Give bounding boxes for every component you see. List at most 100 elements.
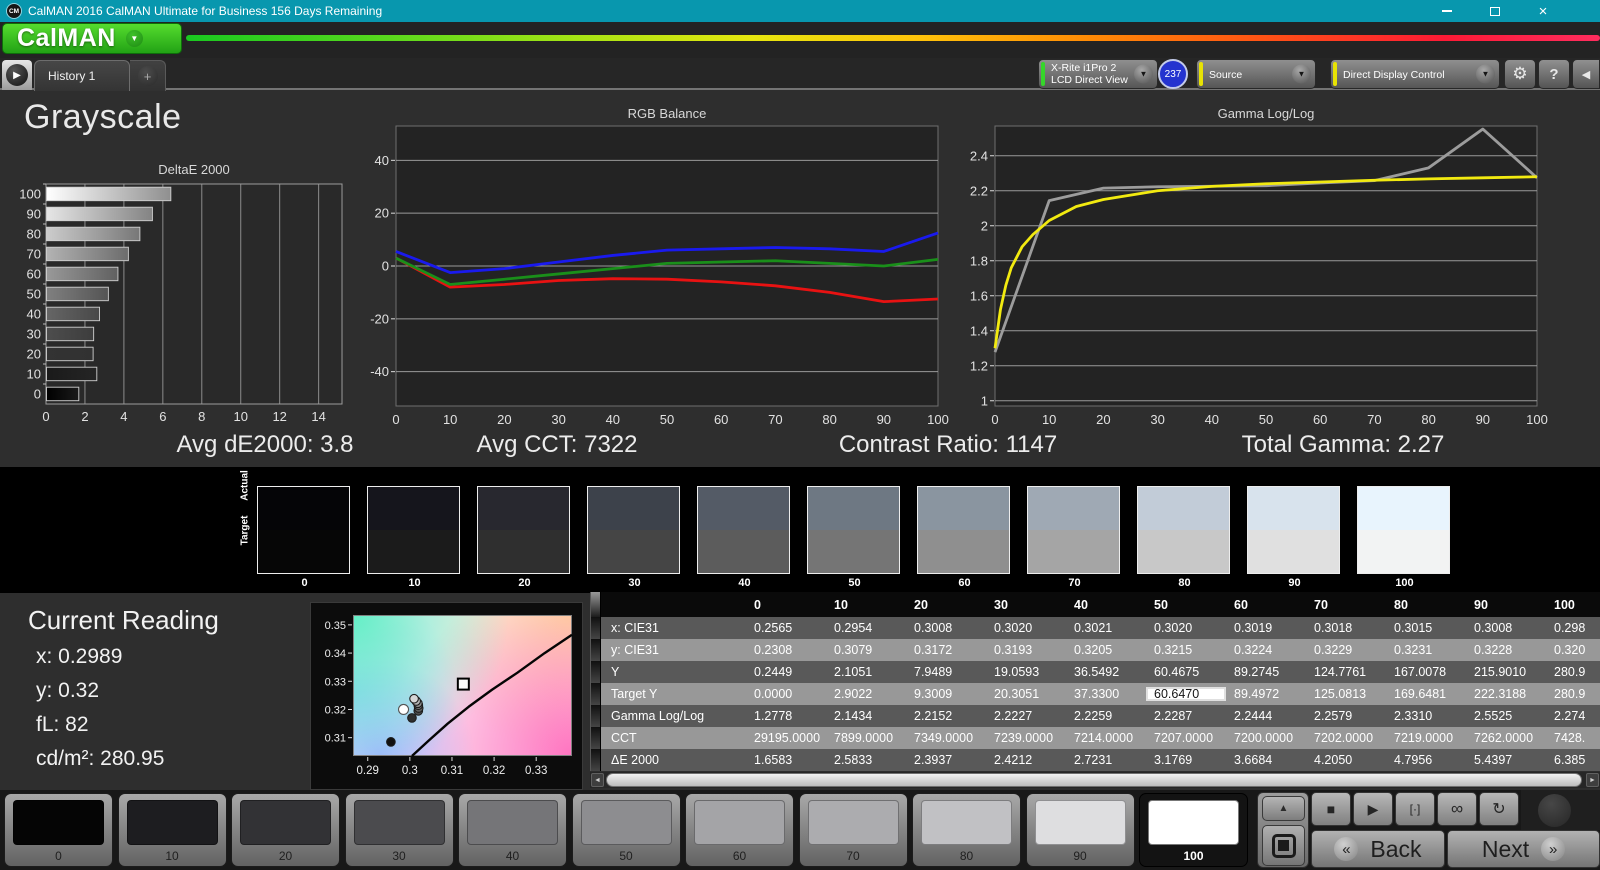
table-cell[interactable]: 0.298 — [1546, 621, 1600, 635]
table-cell[interactable]: 2.274 — [1546, 709, 1600, 723]
calman-menu-button[interactable]: CalMAN ▼ — [2, 23, 182, 54]
table-cell[interactable]: 0.3015 — [1386, 621, 1466, 635]
table-cell[interactable]: 167.0078 — [1386, 665, 1466, 679]
meter-count-badge[interactable]: 237 — [1158, 59, 1188, 89]
table-cell[interactable]: 2.3310 — [1386, 709, 1466, 723]
table-cell[interactable]: 0.2565 — [746, 621, 826, 635]
table-cell[interactable]: 7262.0000 — [1466, 731, 1546, 745]
table-cell[interactable]: 0.3231 — [1386, 643, 1466, 657]
table-cell[interactable]: 280.9 — [1546, 687, 1600, 701]
patch-button-60[interactable]: 60 — [685, 793, 794, 867]
patch-button-0[interactable]: 0 — [4, 793, 113, 867]
table-row-0[interactable]: x: CIE31 0.2565 0.2954 0.3008 0.3020 0.3021 0.… — [591, 617, 1600, 639]
table-cell[interactable]: 7899.0000 — [826, 731, 906, 745]
table-cell[interactable]: 9.3009 — [906, 687, 986, 701]
table-cell[interactable]: 0.3079 — [826, 643, 906, 657]
table-cell[interactable]: 0.3215 — [1146, 643, 1226, 657]
table-row-5[interactable]: CCT 29195.0000 7899.0000 7349.0000 7239.0000… — [591, 727, 1600, 749]
table-cell[interactable]: 0.3224 — [1226, 643, 1306, 657]
table-cell[interactable]: 0.3229 — [1306, 643, 1386, 657]
table-cell[interactable]: 280.9 — [1546, 665, 1600, 679]
table-cell[interactable]: 3.1769 — [1146, 753, 1226, 767]
display-control-dropdown[interactable]: Direct Display Control ▼ — [1330, 59, 1500, 89]
patch-button-90[interactable]: 90 — [1025, 793, 1135, 867]
patch-button-80[interactable]: 80 — [912, 793, 1021, 867]
table-cell[interactable]: 124.7761 — [1306, 665, 1386, 679]
table-cell[interactable]: 0.3205 — [1066, 643, 1146, 657]
table-cell[interactable]: 0.3018 — [1306, 621, 1386, 635]
patch-window-button[interactable] — [1262, 825, 1305, 866]
table-cell[interactable]: 2.2579 — [1306, 709, 1386, 723]
close-button[interactable]: × — [1520, 0, 1566, 22]
table-cell[interactable]: 7202.0000 — [1306, 731, 1386, 745]
table-cell[interactable]: 29195.0000 — [746, 731, 826, 745]
back-button[interactable]: « Back — [1311, 830, 1445, 868]
table-cell[interactable]: 0.3020 — [986, 621, 1066, 635]
table-cell[interactable]: 7207.0000 — [1146, 731, 1226, 745]
patch-button-20[interactable]: 20 — [231, 793, 340, 867]
table-cell[interactable]: 2.4212 — [986, 753, 1066, 767]
table-cell[interactable]: 4.2050 — [1306, 753, 1386, 767]
table-cell[interactable]: 36.5492 — [1066, 665, 1146, 679]
scroll-right-icon[interactable]: ► — [1586, 773, 1599, 787]
table-cell[interactable]: 2.2259 — [1066, 709, 1146, 723]
table-cell[interactable]: 1.2778 — [746, 709, 826, 723]
table-cell[interactable]: 169.6481 — [1386, 687, 1466, 701]
source-dropdown[interactable]: Source ▼ — [1196, 59, 1316, 89]
table-cell[interactable]: 2.5833 — [826, 753, 906, 767]
table-cell[interactable]: 125.0813 — [1306, 687, 1386, 701]
table-cell[interactable]: 2.2227 — [986, 709, 1066, 723]
table-cell[interactable]: 0.3008 — [906, 621, 986, 635]
table-cell[interactable]: 7428. — [1546, 731, 1600, 745]
table-cell[interactable]: 19.0593 — [986, 665, 1066, 679]
step-read-button[interactable]: [·] — [1395, 792, 1435, 826]
add-tab-button[interactable]: + — [130, 60, 166, 91]
table-cell[interactable]: 7200.0000 — [1226, 731, 1306, 745]
table-row-6[interactable]: ΔE 2000 1.6583 2.5833 2.3937 2.4212 2.7231 3.1… — [591, 749, 1600, 771]
play-button[interactable]: ▶ — [1353, 792, 1393, 826]
table-cell[interactable]: 0.3021 — [1066, 621, 1146, 635]
patch-button-50[interactable]: 50 — [571, 793, 681, 867]
patch-panel-up-button[interactable]: ▲ — [1262, 796, 1305, 821]
patch-button-10[interactable]: 10 — [117, 793, 227, 867]
table-cell[interactable]: 0.3020 — [1146, 621, 1226, 635]
table-cell[interactable]: 7239.0000 — [986, 731, 1066, 745]
table-row-2[interactable]: Y 0.2449 2.1051 7.9489 19.0593 36.5492 60.4675… — [591, 661, 1600, 683]
collapse-panel-button[interactable]: ◀ — [1572, 59, 1600, 89]
maximize-button[interactable] — [1472, 0, 1518, 22]
table-cell[interactable]: 5.4397 — [1466, 753, 1546, 767]
table-cell[interactable]: 0.3172 — [906, 643, 986, 657]
table-cell[interactable]: 37.3300 — [1066, 687, 1146, 701]
tab-history-1[interactable]: History 1 — [34, 60, 130, 91]
table-cell[interactable]: 60.4675 — [1146, 665, 1226, 679]
table-row-4[interactable]: Gamma Log/Log 1.2778 2.1434 2.2152 2.2227 2.2… — [591, 705, 1600, 727]
table-cell[interactable]: 2.1434 — [826, 709, 906, 723]
table-cell[interactable]: 7214.0000 — [1066, 731, 1146, 745]
tab-scroll-button[interactable]: ▶ — [2, 60, 32, 90]
scroll-left-icon[interactable]: ◄ — [591, 773, 604, 787]
table-scrollbar[interactable]: ◄ ► — [590, 772, 1600, 788]
patch-button-100[interactable]: 100 — [1139, 793, 1248, 867]
table-cell[interactable]: 20.3051 — [986, 687, 1066, 701]
table-cell[interactable]: 0.320 — [1546, 643, 1600, 657]
table-cell[interactable]: 89.2745 — [1226, 665, 1306, 679]
table-cell[interactable]: 215.9010 — [1466, 665, 1546, 679]
next-button[interactable]: Next » — [1447, 830, 1600, 868]
continuous-read-button[interactable]: ∞ — [1437, 792, 1477, 826]
table-row-1[interactable]: y: CIE31 0.2308 0.3079 0.3172 0.3193 0.3205 0.… — [591, 639, 1600, 661]
help-button[interactable]: ? — [1538, 59, 1570, 89]
minimize-button[interactable] — [1424, 0, 1470, 22]
stop-button[interactable]: ■ — [1311, 792, 1351, 826]
patch-button-70[interactable]: 70 — [798, 793, 908, 867]
table-cell[interactable]: 2.2287 — [1146, 709, 1226, 723]
patch-button-30[interactable]: 30 — [344, 793, 454, 867]
table-cell[interactable]: 0.0000 — [746, 687, 826, 701]
meter-dropdown[interactable]: X-Rite i1Pro 2 LCD Direct View ▼ — [1038, 59, 1158, 89]
table-cell[interactable]: 222.3188 — [1466, 687, 1546, 701]
table-cell[interactable]: 3.6684 — [1226, 753, 1306, 767]
table-cell[interactable]: 4.7956 — [1386, 753, 1466, 767]
table-cell[interactable]: 2.2152 — [906, 709, 986, 723]
table-cell[interactable]: 6.385 — [1546, 753, 1600, 767]
table-cell[interactable]: 7.9489 — [906, 665, 986, 679]
scrollbar-thumb[interactable] — [606, 773, 1582, 787]
